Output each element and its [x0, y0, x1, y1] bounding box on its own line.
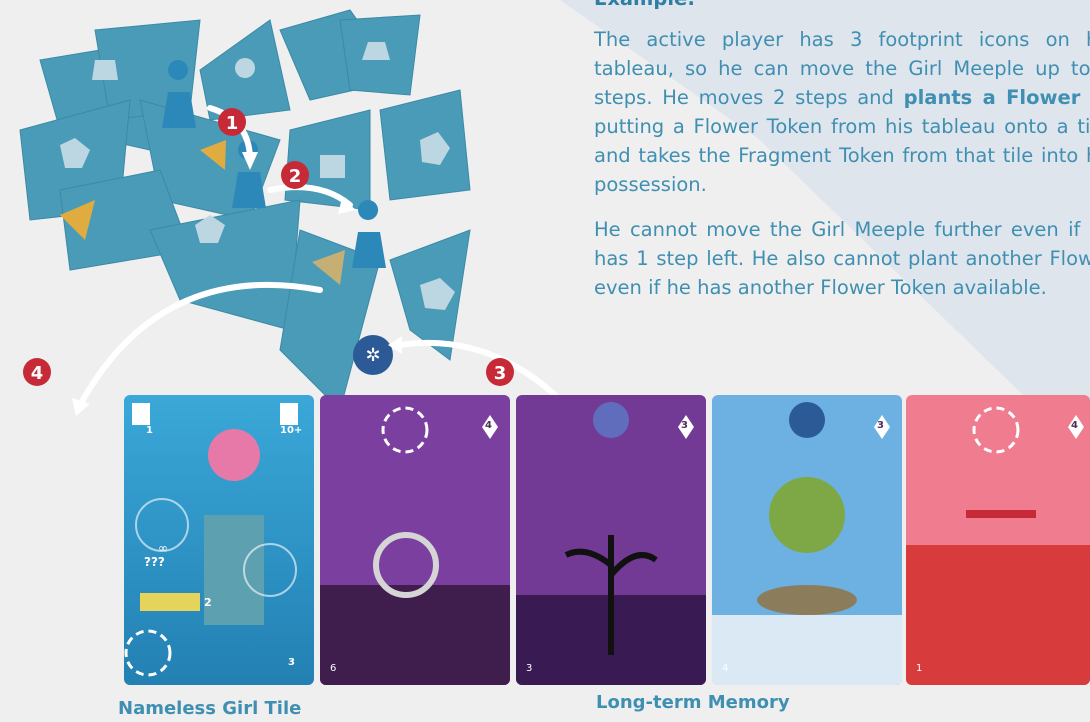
- svg-text:✲: ✲: [365, 345, 380, 366]
- memory-card-1: 4 6: [320, 395, 510, 685]
- memory-card-2: 3 3: [516, 395, 706, 685]
- girl-meeple-icon: [352, 200, 386, 268]
- memory-card-3: 3 4: [712, 395, 902, 685]
- svg-text:3: 3: [494, 363, 507, 384]
- torii-gate-icon: [966, 510, 1036, 518]
- nameless-girl-tile-caption: Nameless Girl Tile: [118, 698, 302, 719]
- example-text-block: Example: The active player has 3 footpri…: [594, 0, 1090, 318]
- svg-text:4: 4: [31, 363, 44, 384]
- example-title: Example:: [594, 0, 1090, 13]
- example-paragraph-1: The active player has 3 footprint icons …: [594, 28, 1090, 196]
- tile-icon: [235, 58, 255, 78]
- plants-flower-bold: plants a Flower: [903, 86, 1081, 109]
- tree-canopy-icon: [769, 477, 845, 553]
- svg-text:2: 2: [289, 166, 302, 187]
- tile-icon: [92, 60, 118, 80]
- flower-token-icon: [593, 402, 629, 438]
- memory-card-4: 4 1: [906, 395, 1090, 685]
- nameless-girl-tile-card: 1 10+ ∞ ??? 2 3: [124, 395, 314, 685]
- tile-icon: [320, 155, 345, 178]
- tile-map-diagram: ✲ 1 2 3 4: [19, 9, 583, 423]
- flower-token-icon: [789, 402, 825, 438]
- island-icon: [757, 585, 857, 615]
- svg-text:1: 1: [226, 113, 239, 134]
- long-term-memory-caption: Long-term Memory: [596, 692, 790, 713]
- example-paragraph-2: He cannot move the Girl Meeple further e…: [594, 218, 1090, 299]
